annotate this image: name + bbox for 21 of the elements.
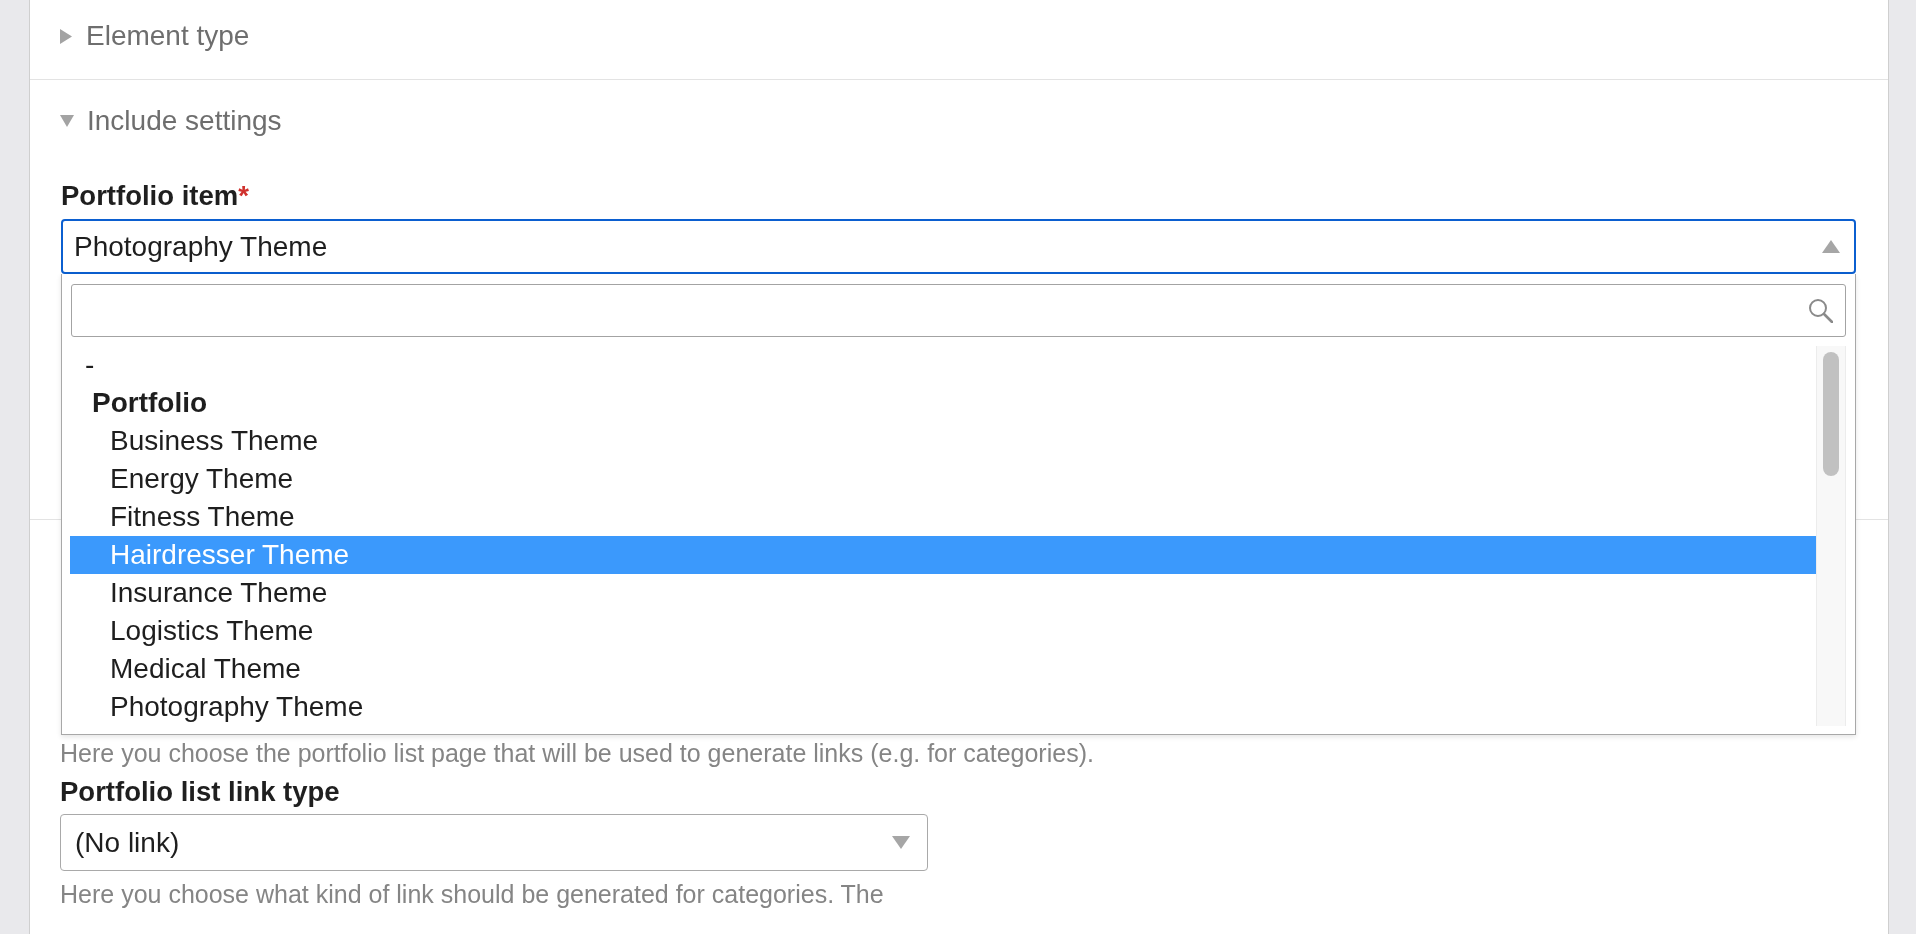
field-label: Portfolio item* <box>61 180 250 212</box>
dropdown-option[interactable]: Medical Theme <box>70 650 1816 688</box>
scrollbar-thumb[interactable] <box>1823 352 1839 476</box>
section-toggle[interactable]: Element type <box>60 20 250 52</box>
select-field[interactable]: Photography Theme <box>61 219 1856 274</box>
select-field[interactable]: (No link) <box>60 814 928 871</box>
scrollbar[interactable] <box>1816 346 1846 726</box>
dropdown-option[interactable]: Fitness Theme <box>70 498 1816 536</box>
section-toggle[interactable]: Include settings <box>60 105 282 137</box>
dropdown-option[interactable]: Logistics Theme <box>70 612 1816 650</box>
search-field[interactable] <box>71 284 1846 337</box>
field-label: Portfolio list link type <box>60 776 341 808</box>
dropdown-option[interactable]: Photography Theme <box>70 688 1816 726</box>
option-group-label: Portfolio <box>91 386 209 420</box>
dropdown-option[interactable]: Business Theme <box>70 422 1816 460</box>
search-icon <box>1808 298 1833 323</box>
dropdown-option[interactable]: Energy Theme <box>70 460 1816 498</box>
dropdown-option[interactable]: Insurance Theme <box>70 574 1816 612</box>
help-text: Here you choose what kind of link should be generated for categories. The <box>60 879 885 909</box>
help-text: Here you choose the portfolio list page that will be used to generate links (e.g. for categories). <box>60 738 1095 768</box>
dropdown-option[interactable]: - <box>70 346 1816 384</box>
